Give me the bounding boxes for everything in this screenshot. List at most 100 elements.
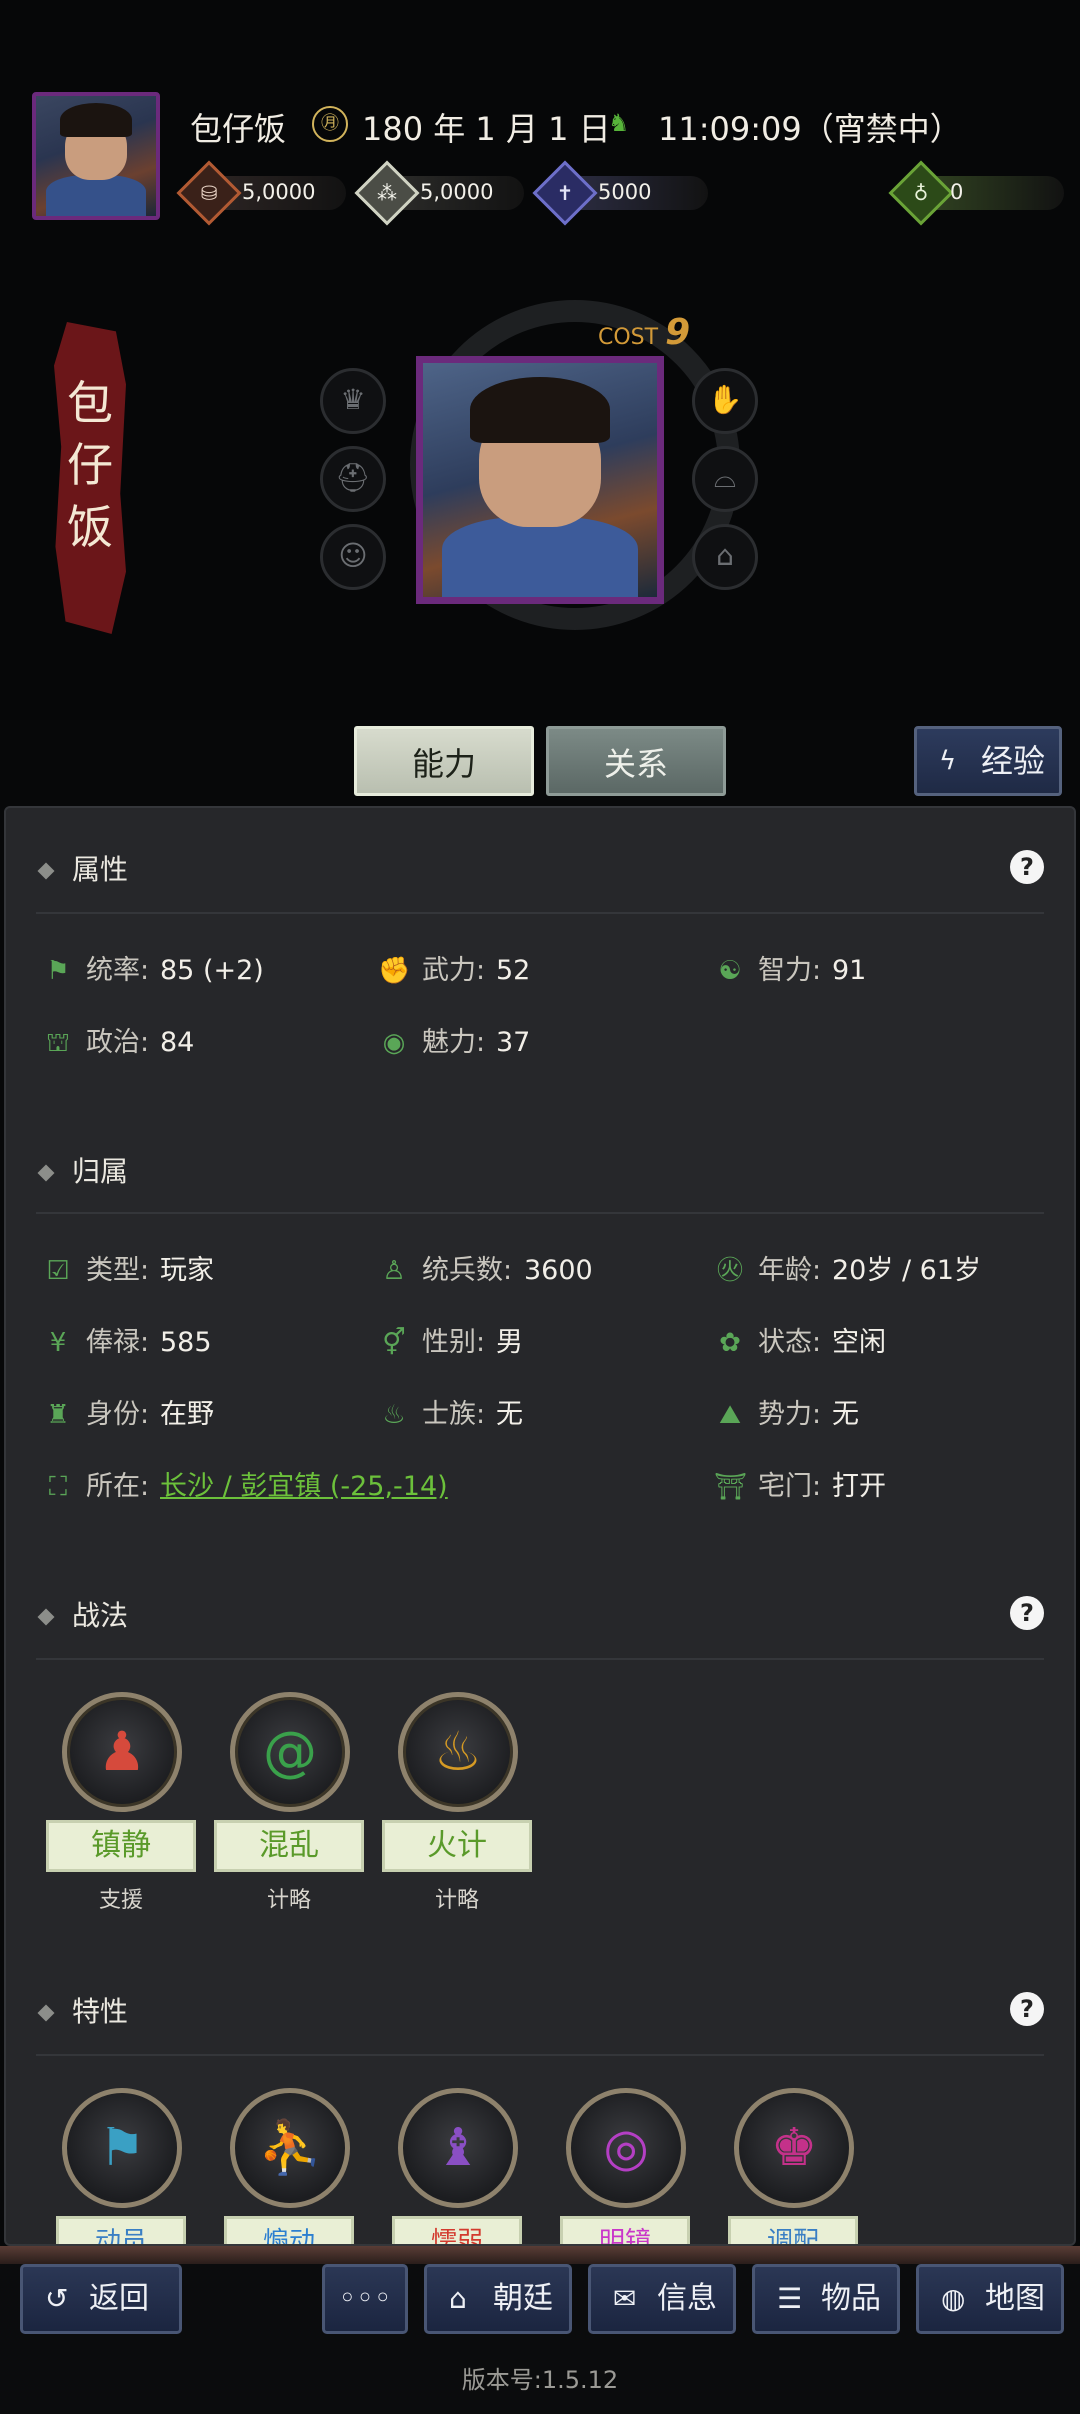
horse-icon: ♞ <box>608 109 630 137</box>
mirror-icon: ◎ <box>566 2088 686 2208</box>
banner-char-3: 饭 <box>67 500 113 554</box>
helmet-icon[interactable]: ⛑ <box>320 446 386 512</box>
hero-portrait[interactable] <box>416 356 664 604</box>
court-button[interactable]: ⌂ 朝廷 <box>424 2264 572 2334</box>
resource-gold[interactable]: ⛁ 5,0000 <box>176 160 346 226</box>
top-header: 包仔饭 ㊊ 180 年 1 月 1 日 ♞ 11:09:09（宵禁中） ⛁ 5,… <box>0 0 1080 796</box>
trait-allocate[interactable]: ♚ 调配 <box>722 2088 862 2244</box>
arm-icon: ✊ <box>378 956 411 986</box>
age-icon: ㊋ <box>716 1256 743 1286</box>
gender-icon: ⚥ <box>382 1328 406 1358</box>
stat-gender: ⚥ 性别: 男 <box>378 1318 698 1368</box>
stat-clan: ♨ 士族: 无 <box>378 1390 698 1440</box>
items-button[interactable]: ☰ 物品 <box>752 2264 900 2334</box>
section-tactics-title: 战法 <box>37 1594 128 1634</box>
hero-name-banner: 包仔饭 包 仔 饭 <box>54 322 126 634</box>
banner-char-2: 仔 <box>67 438 113 492</box>
trait-mirror[interactable]: ◎ 明镜 <box>554 2088 694 2244</box>
more-icon: ◦◦◦ <box>338 2281 392 2316</box>
force-icon: ⛰ <box>719 1400 741 1430</box>
hat-icon[interactable]: ⌓ <box>692 446 758 512</box>
map-button[interactable]: ◍ 地图 <box>916 2264 1064 2334</box>
tab-ability[interactable]: 能力 <box>354 726 534 796</box>
stat-age: ㊋ 年龄: 20岁 / 61岁 <box>714 1246 1044 1296</box>
hand-icon[interactable]: ✋ <box>692 368 758 434</box>
stat-identity: ♜ 身份: 在野 <box>42 1390 362 1440</box>
trait-coward[interactable]: ♝ 懦弱 <box>386 2088 526 2244</box>
location-icon: ⛶ <box>48 1472 68 1502</box>
section-attributes-title: 属性 <box>37 848 128 888</box>
skill-chaos[interactable]: @ 混乱 计略 <box>214 1692 364 1922</box>
fire-icon: ♨ <box>398 1692 518 1812</box>
bottom-nav: ↺ 返回 ◦◦◦ ⌂ 朝廷 ✉ 信息 ☰ 物品 ◍ 地图 版本号:1.5.12 <box>0 2246 1080 2414</box>
stat-leadership: ⚑ 统率: 85 (+2) <box>42 946 362 996</box>
calendar-icon: ☑ <box>46 1256 70 1286</box>
stat-location: ⛶ 所在: 长沙 / 彭宜镇 (-25,-14) <box>42 1462 682 1512</box>
experience-button[interactable]: ϟ 经验 <box>914 726 1062 796</box>
cost-label: COST 9 <box>598 312 691 353</box>
skill-calm[interactable]: ♟ 镇静 支援 <box>46 1692 196 1922</box>
skill-fire[interactable]: ♨ 火计 计略 <box>382 1692 532 1922</box>
banner-troops-icon: ⚑ <box>62 2088 182 2208</box>
stat-politics: ⛫ 政治: 84 <box>42 1018 362 1068</box>
person-icon: ♙ <box>382 1256 406 1286</box>
avatar-robe <box>45 175 147 216</box>
back-arrow-icon: ↺ <box>45 2282 69 2315</box>
grain-icon: ⁂ <box>377 181 397 205</box>
resource-grain[interactable]: ⁂ 5,0000 <box>354 160 524 226</box>
globe-icon: ◍ <box>941 2282 966 2315</box>
crown-icon[interactable]: ♛ <box>320 368 386 434</box>
detail-panel[interactable]: 属性 ? ⚑ 统率: 85 (+2) ✊ 武力: 52 ☯ 智力: 91 ⛫ 政… <box>4 806 1076 2246</box>
section-traits-title: 特性 <box>37 1990 128 2030</box>
calm-icon: ♟ <box>62 1692 182 1812</box>
status-icon: ✿ <box>719 1328 741 1358</box>
tactics-help-icon[interactable]: ? <box>1010 1596 1044 1630</box>
flag-icon: ⚑ <box>46 956 70 986</box>
traits-help-icon[interactable]: ? <box>1010 1992 1044 2026</box>
stat-type: ☑ 类型: 玩家 <box>42 1246 362 1296</box>
chaos-icon: @ <box>230 1692 350 1812</box>
brain-icon: ☯ <box>718 956 742 986</box>
avatar-hair <box>60 103 132 137</box>
resource-soldiers[interactable]: ✝ 5000 <box>532 160 708 226</box>
bag-icon: ♁ <box>913 181 929 205</box>
trait-mobilize[interactable]: ⚑ 动员 <box>50 2088 190 2244</box>
stat-gate: ⛩ 宅门: 打开 <box>714 1462 1034 1512</box>
more-button[interactable]: ◦◦◦ <box>322 2264 408 2334</box>
mask-icon[interactable]: ☺ <box>320 524 386 590</box>
trait-incite[interactable]: ⛹ 煽动 <box>218 2088 358 2244</box>
palace-icon: ⌂ <box>449 2282 467 2315</box>
cost-value: 9 <box>665 312 691 353</box>
hat-icon: ⛫ <box>46 1028 70 1058</box>
attributes-help-icon[interactable]: ? <box>1010 850 1044 884</box>
scroll-icon: ☰ <box>777 2282 803 2315</box>
back-button[interactable]: ↺ 返回 <box>20 2264 182 2334</box>
location-link[interactable]: 长沙 / 彭宜镇 (-25,-14) <box>160 1462 448 1512</box>
banner-char-1: 包 <box>67 376 113 430</box>
coin-icon: ⛁ <box>200 181 218 205</box>
clan-icon: ♨ <box>382 1400 406 1430</box>
chat-icon: ✉ <box>613 2282 637 2315</box>
resource-bag[interactable]: ♁ 0 <box>888 160 1064 226</box>
yen-icon: ¥ <box>49 1328 67 1358</box>
game-time: 11:09:09（宵禁中） <box>658 110 962 148</box>
section-affiliation-title: 归属 <box>37 1150 128 1190</box>
stat-faction: ⛰ 势力: 无 <box>714 1390 1034 1440</box>
scholar-icon: ⛹ <box>230 2088 350 2208</box>
tab-relation[interactable]: 关系 <box>546 726 726 796</box>
version-label: 版本号:1.5.12 <box>461 2366 619 2394</box>
stat-status: ✿ 状态: 空闲 <box>714 1318 1034 1368</box>
player-name: 包仔饭 <box>190 110 287 148</box>
identity-icon: ♜ <box>46 1400 70 1430</box>
stat-salary: ¥ 俸禄: 585 <box>42 1318 362 1368</box>
shadow-icon: ♝ <box>398 2088 518 2208</box>
calendar-icon: ㊊ <box>312 106 348 142</box>
stat-intelligence: ☯ 智力: 91 <box>714 946 1034 996</box>
player-avatar[interactable] <box>32 92 160 220</box>
stat-force: ✊ 武力: 52 <box>378 946 698 996</box>
hero-name-vertical: 包仔饭 包 仔 饭 <box>54 372 126 558</box>
info-button[interactable]: ✉ 信息 <box>588 2264 736 2334</box>
lightning-icon: ϟ <box>939 746 957 776</box>
stat-charm: ◉ 魅力: 37 <box>378 1018 698 1068</box>
graduation-cap-icon[interactable]: ⌂ <box>692 524 758 590</box>
